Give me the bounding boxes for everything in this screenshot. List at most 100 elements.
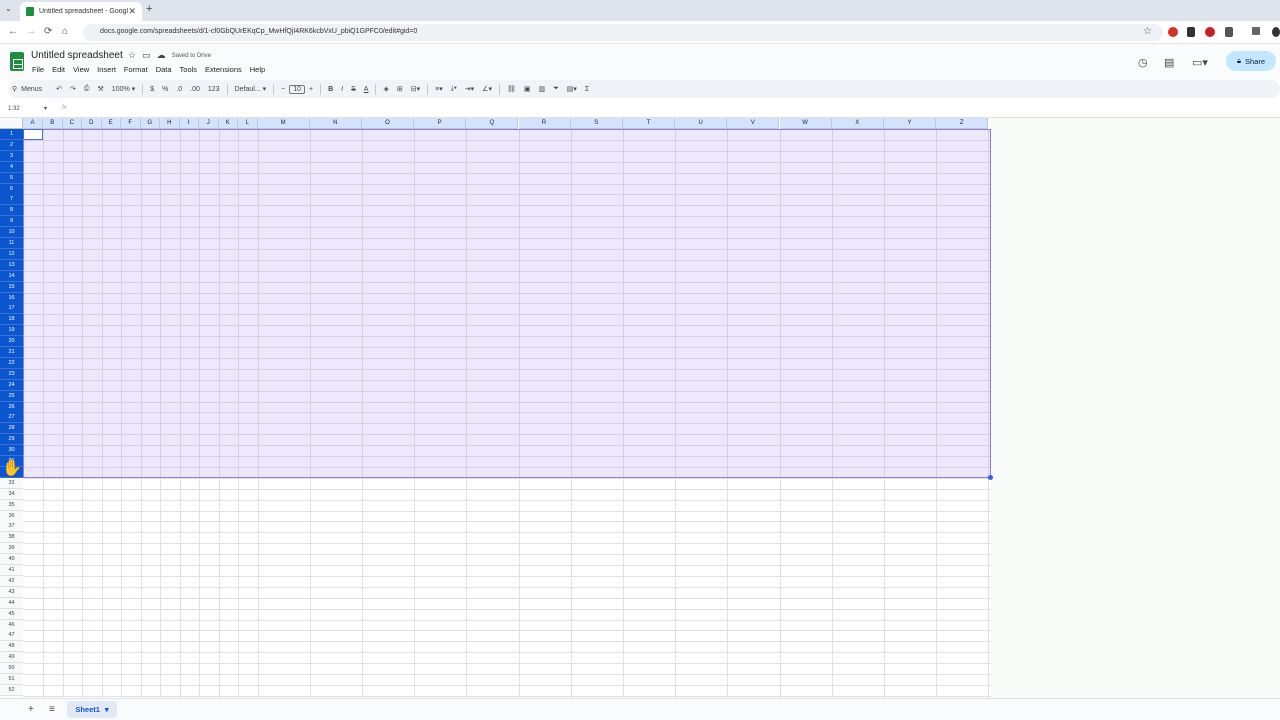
vertical-align-icon[interactable]: ⤓▾: [447, 85, 461, 93]
document-title[interactable]: Untitled spreadsheet: [31, 50, 123, 61]
menu-tools[interactable]: Tools: [180, 65, 198, 74]
row-header-18[interactable]: 18: [0, 314, 23, 326]
insert-comment-icon[interactable]: ▣: [520, 85, 535, 93]
row-header-6[interactable]: 6: [0, 183, 23, 195]
font-select[interactable]: Defaul... ▾: [231, 85, 271, 94]
star-icon[interactable]: ☆: [128, 50, 136, 61]
row-header-7[interactable]: 7: [0, 194, 23, 206]
text-wrapping-icon[interactable]: ⇥▾: [461, 85, 478, 93]
row-header-52[interactable]: 52: [0, 684, 23, 696]
bookmark-icon[interactable]: ☆: [1143, 26, 1152, 37]
column-header-i[interactable]: I: [179, 118, 199, 129]
reading-list-icon[interactable]: [1252, 27, 1260, 35]
column-header-c[interactable]: C: [62, 118, 82, 129]
close-tab-icon[interactable]: ✕: [128, 6, 136, 17]
filter-views-icon[interactable]: ▤▾: [563, 85, 581, 93]
row-header-46[interactable]: 46: [0, 619, 23, 631]
column-header-z[interactable]: Z: [936, 118, 989, 129]
row-header-11[interactable]: 11: [0, 238, 23, 249]
zoom-select[interactable]: 100% ▾: [108, 85, 139, 94]
menu-data[interactable]: Data: [156, 65, 172, 74]
row-header-8[interactable]: 8: [0, 205, 23, 217]
sheet-tab-menu-icon[interactable]: ▾: [105, 705, 109, 714]
fill-handle[interactable]: [988, 475, 993, 480]
menu-file[interactable]: File: [32, 65, 44, 74]
merge-cells-icon[interactable]: ⊟▾: [407, 85, 424, 93]
browser-tab[interactable]: Untitled spreadsheet - Google ✕: [20, 2, 142, 21]
column-header-u[interactable]: U: [675, 118, 728, 129]
menu-help[interactable]: Help: [250, 65, 265, 74]
select-all-corner[interactable]: [0, 118, 23, 129]
menu-view[interactable]: View: [73, 65, 89, 74]
column-header-p[interactable]: P: [414, 118, 467, 129]
url-field[interactable]: docs.google.com/spreadsheets/d/1-cf0GbQU…: [83, 24, 1163, 41]
column-header-t[interactable]: T: [622, 118, 676, 129]
all-sheets-button[interactable]: ≡: [49, 704, 55, 715]
forward-icon[interactable]: →: [26, 26, 36, 37]
home-icon[interactable]: ⌂: [62, 26, 68, 37]
column-header-w[interactable]: W: [779, 118, 832, 129]
column-header-o[interactable]: O: [361, 118, 415, 129]
row-header-25[interactable]: 25: [0, 390, 23, 402]
row-header-12[interactable]: 12: [0, 248, 23, 260]
column-header-b[interactable]: B: [43, 118, 63, 129]
row-header-16[interactable]: 16: [0, 292, 23, 304]
column-header-s[interactable]: S: [570, 118, 623, 129]
more-formats-button[interactable]: 123: [204, 86, 224, 93]
row-header-43[interactable]: 43: [0, 586, 23, 598]
increase-decimal-button[interactable]: .00: [186, 86, 204, 93]
profile-icon[interactable]: [1272, 27, 1280, 37]
row-header-3[interactable]: 3: [0, 150, 23, 162]
column-header-e[interactable]: E: [101, 118, 121, 129]
redo-icon[interactable]: ↷: [66, 85, 80, 93]
column-header-v[interactable]: V: [727, 118, 780, 129]
column-header-n[interactable]: N: [309, 118, 362, 129]
row-header-34[interactable]: 34: [0, 488, 23, 500]
column-header-y[interactable]: Y: [883, 118, 937, 129]
column-header-q[interactable]: Q: [466, 118, 519, 129]
row-header-49[interactable]: 49: [0, 652, 23, 664]
percent-button[interactable]: %: [158, 86, 172, 93]
filter-icon[interactable]: ⏷: [549, 85, 563, 93]
back-icon[interactable]: ←: [8, 26, 18, 37]
add-sheet-button[interactable]: +: [28, 704, 34, 715]
italic-button[interactable]: I: [337, 86, 347, 93]
insert-chart-icon[interactable]: ▥: [534, 85, 549, 93]
borders-icon[interactable]: ⊞: [393, 85, 407, 93]
column-header-j[interactable]: J: [199, 118, 219, 129]
row-header-20[interactable]: 20: [0, 336, 23, 348]
name-box-dropdown-icon[interactable]: ▾: [44, 105, 47, 112]
version-history-icon[interactable]: ◷: [1138, 56, 1148, 69]
row-header-50[interactable]: 50: [0, 663, 23, 675]
meet-icon[interactable]: ▭▾: [1192, 56, 1208, 69]
sheets-logo-icon[interactable]: [10, 52, 24, 71]
row-header-27[interactable]: 27: [0, 412, 23, 424]
row-header-14[interactable]: 14: [0, 270, 23, 282]
column-header-l[interactable]: L: [238, 118, 258, 129]
row-header-10[interactable]: 10: [0, 227, 23, 239]
horizontal-align-icon[interactable]: ≡▾: [431, 85, 447, 93]
row-header-30[interactable]: 30: [0, 445, 23, 457]
undo-icon[interactable]: ↶: [52, 85, 66, 93]
row-header-45[interactable]: 45: [0, 608, 23, 620]
row-header-4[interactable]: 4: [0, 161, 23, 173]
row-header-47[interactable]: 47: [0, 630, 23, 642]
row-header-5[interactable]: 5: [0, 172, 23, 184]
row-header-35[interactable]: 35: [0, 499, 23, 511]
new-tab-button[interactable]: +: [146, 3, 152, 15]
row-header-41[interactable]: 41: [0, 565, 23, 576]
column-header-x[interactable]: X: [831, 118, 884, 129]
paint-format-icon[interactable]: ⚒: [94, 85, 108, 93]
text-rotation-icon[interactable]: ∠▾: [478, 85, 496, 93]
row-header-29[interactable]: 29: [0, 434, 23, 446]
search-menus[interactable]: ⚲ Menus: [8, 85, 46, 94]
menu-edit[interactable]: Edit: [52, 65, 65, 74]
active-cell-a1[interactable]: [23, 129, 43, 140]
tab-search-icon[interactable]: ⌄: [5, 4, 12, 13]
column-header-g[interactable]: G: [140, 118, 160, 129]
menu-extensions[interactable]: Extensions: [205, 65, 242, 74]
column-header-m[interactable]: M: [257, 118, 310, 129]
extensions-puzzle-icon[interactable]: [1225, 27, 1233, 37]
decrease-decimal-button[interactable]: .0: [172, 86, 186, 93]
text-color-button[interactable]: A: [360, 86, 373, 93]
